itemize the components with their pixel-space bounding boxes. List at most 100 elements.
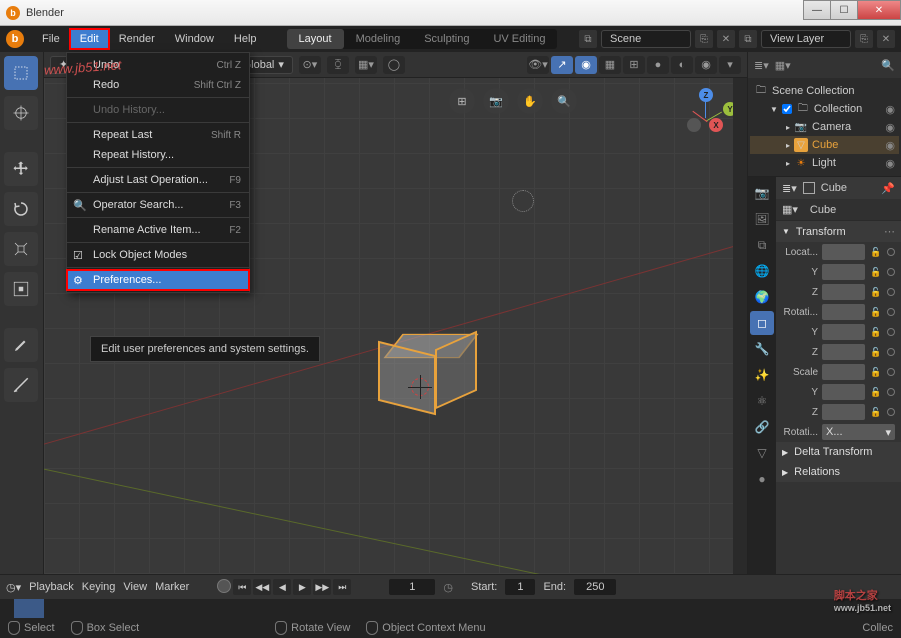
nav-gizmo[interactable]: Z Y X	[681, 88, 737, 144]
tab-physics[interactable]: ⚛	[750, 389, 774, 413]
toggle-camera-icon[interactable]: 📷	[483, 88, 509, 114]
scale-y-field[interactable]	[822, 384, 865, 400]
keyframe-dot-icon[interactable]	[887, 308, 895, 316]
panel-transform[interactable]: ▼ Transform ⋯	[776, 221, 901, 242]
tab-modifiers[interactable]: 🔧	[750, 337, 774, 361]
3d-cursor-icon[interactable]	[411, 378, 429, 396]
visibility-icon[interactable]: ◉	[885, 139, 895, 152]
jump-end-icon[interactable]: ⏭	[333, 579, 351, 595]
menu-repeat-history[interactable]: Repeat History...	[67, 145, 249, 165]
rot-y-field[interactable]	[822, 324, 865, 340]
lock-icon[interactable]: 🔓	[869, 245, 883, 259]
lock-icon[interactable]: 🔓	[869, 365, 883, 379]
pivot-dropdown-icon[interactable]: ⊙▾	[299, 56, 321, 74]
tool-annotate[interactable]	[4, 328, 38, 362]
tab-viewlayer[interactable]: ⧉	[750, 233, 774, 257]
tab-material[interactable]: ●	[750, 467, 774, 491]
cube-object[interactable]	[378, 332, 460, 414]
playhead[interactable]	[14, 599, 44, 618]
keyframe-prev-icon[interactable]: ◀◀	[253, 579, 271, 595]
tab-particles[interactable]: ✨	[750, 363, 774, 387]
tab-output[interactable]: 🖼	[750, 207, 774, 231]
tool-select-box[interactable]	[4, 56, 38, 90]
visibility-icon[interactable]: ◉	[885, 121, 895, 134]
xray-toggle-icon[interactable]: ▦	[599, 56, 621, 74]
object-visibility-icon[interactable]: 👁▾	[527, 56, 549, 74]
menu-undo-history[interactable]: Undo History...	[67, 100, 249, 120]
menu-repeat-last[interactable]: Repeat LastShift R	[67, 125, 249, 145]
tab-sculpting[interactable]: Sculpting	[412, 29, 481, 49]
lock-icon[interactable]: 🔓	[869, 385, 883, 399]
keyframe-dot-icon[interactable]	[887, 388, 895, 396]
tab-data[interactable]: ▽	[750, 441, 774, 465]
tab-render[interactable]: 📷	[750, 181, 774, 205]
menu-operator-search[interactable]: 🔍Operator Search...F3	[67, 195, 249, 215]
tree-scene-collection[interactable]: 🗀 Scene Collection	[750, 82, 899, 100]
scene-new-icon[interactable]: ⎘	[695, 30, 713, 48]
tree-collection[interactable]: ▼ 🗀 Collection ◉	[750, 100, 899, 118]
keyframe-dot-icon[interactable]	[887, 348, 895, 356]
collection-checkbox[interactable]	[782, 104, 792, 114]
jump-start-icon[interactable]: ⏮	[233, 579, 251, 595]
keyframe-dot-icon[interactable]	[887, 268, 895, 276]
menu-adjust-last[interactable]: Adjust Last Operation...F9	[67, 170, 249, 190]
viewlayer-new-icon[interactable]: ⎘	[855, 30, 873, 48]
viewlayer-delete-icon[interactable]: ✕	[877, 30, 895, 48]
tool-scale[interactable]	[4, 232, 38, 266]
visibility-icon[interactable]: ◉	[885, 103, 895, 116]
keyframe-dot-icon[interactable]	[887, 288, 895, 296]
keyframe-dot-icon[interactable]	[887, 248, 895, 256]
menu-edit[interactable]: Edit	[70, 29, 109, 49]
panel-relations[interactable]: ▶Relations	[776, 462, 901, 482]
tab-world[interactable]: 🌍	[750, 285, 774, 309]
outliner-search-icon[interactable]: 🔍	[881, 59, 895, 72]
keyframe-dot-icon[interactable]	[887, 408, 895, 416]
data-browse-icon[interactable]: ▦▾	[782, 203, 798, 216]
tab-object[interactable]: ◻	[750, 311, 774, 335]
timeline-playback-menu[interactable]: Playback	[29, 581, 74, 593]
start-frame-field[interactable]: 1	[505, 579, 535, 595]
tree-light[interactable]: ▸ ☀ Light ◉	[750, 154, 899, 172]
auto-keyframe-icon[interactable]	[217, 579, 231, 593]
lock-icon[interactable]: 🔓	[869, 265, 883, 279]
tab-uv-editing[interactable]: UV Editing	[481, 29, 557, 49]
light-gizmo-icon[interactable]	[512, 190, 534, 212]
shading-rendered-icon[interactable]: ◉	[695, 56, 717, 74]
outliner-display-icon[interactable]: ▦▾	[775, 59, 791, 72]
tree-camera[interactable]: ▸ 📷 Camera ◉	[750, 118, 899, 136]
keyframe-dot-icon[interactable]	[887, 328, 895, 336]
window-minimize-button[interactable]: —	[803, 0, 831, 20]
loc-x-field[interactable]	[822, 244, 865, 260]
menu-preferences[interactable]: ⚙Preferences...	[67, 270, 249, 290]
menu-render[interactable]: Render	[109, 29, 165, 49]
lock-icon[interactable]: 🔓	[869, 285, 883, 299]
pin-icon[interactable]: 📌	[881, 182, 895, 195]
scene-name-field[interactable]: Scene	[601, 30, 691, 48]
timeline-keying-menu[interactable]: Keying	[82, 581, 116, 593]
tool-cursor[interactable]	[4, 96, 38, 130]
tab-modeling[interactable]: Modeling	[344, 29, 413, 49]
menu-file[interactable]: File	[32, 29, 70, 49]
scale-x-field[interactable]	[822, 364, 865, 380]
shading-dropdown-icon[interactable]: ▾	[719, 56, 741, 74]
play-icon[interactable]: ▶	[293, 579, 311, 595]
snap-dropdown-icon[interactable]: ▦▾	[355, 56, 377, 74]
proportional-edit-icon[interactable]: ◯	[383, 56, 405, 74]
loc-z-field[interactable]	[822, 284, 865, 300]
keyframe-next-icon[interactable]: ▶▶	[313, 579, 331, 595]
viewlayer-name-field[interactable]: View Layer	[761, 30, 851, 48]
gizmo-neg-axis[interactable]	[687, 118, 701, 132]
tab-scene[interactable]: 🌐	[750, 259, 774, 283]
pan-icon[interactable]: ✋	[517, 88, 543, 114]
tab-constraints[interactable]: 🔗	[750, 415, 774, 439]
rot-z-field[interactable]	[822, 344, 865, 360]
timeline-marker-menu[interactable]: Marker	[155, 581, 189, 593]
snap-toggle-icon[interactable]: ⧲	[327, 56, 349, 74]
viewlayer-browse-icon[interactable]: ⧉	[739, 30, 757, 48]
viewport-scroll-v[interactable]	[733, 78, 747, 574]
sync-icon[interactable]: ◷	[443, 581, 453, 594]
panel-options-icon[interactable]: ⋯	[884, 225, 895, 238]
shading-matpreview-icon[interactable]: ◐	[671, 56, 693, 74]
zoom-icon[interactable]: 🔍	[551, 88, 577, 114]
rotation-mode-field[interactable]: X...▾	[822, 424, 895, 440]
